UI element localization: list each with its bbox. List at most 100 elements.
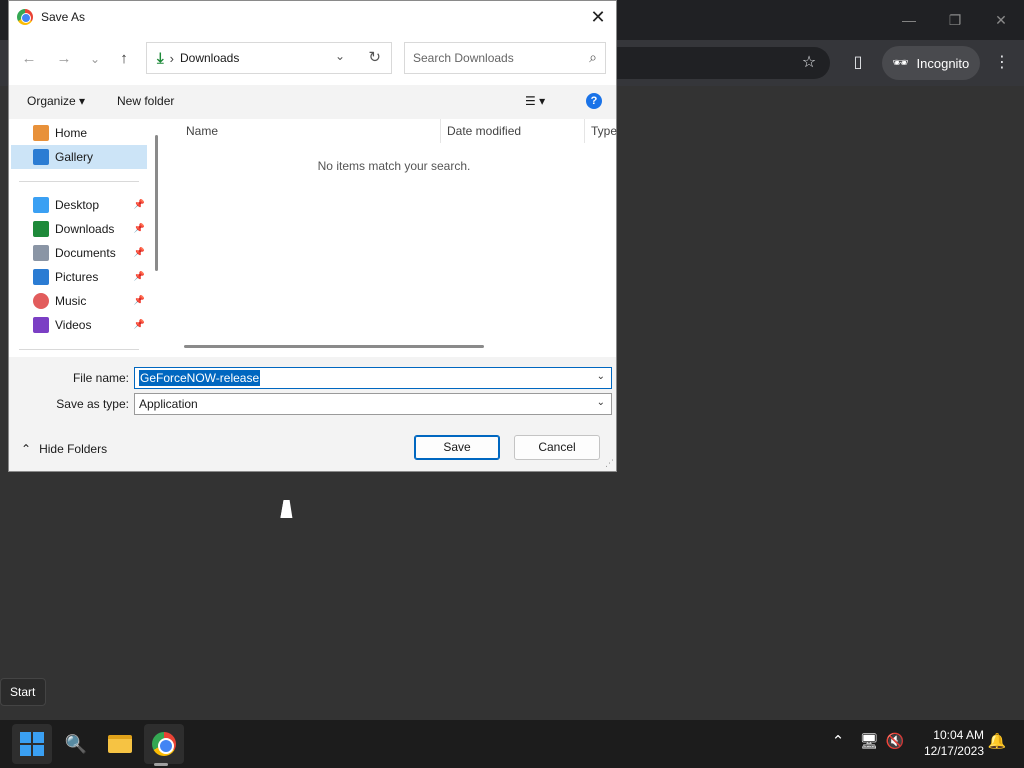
- horizontal-scrollbar[interactable]: [184, 345, 484, 348]
- sidebar-item-pictures[interactable]: Pictures 📌: [11, 265, 147, 289]
- save-as-dialog: Save As ✕ ← → ⌄ ↑ ⤓ › Downloads ⌄ ↻ Sear…: [8, 0, 617, 472]
- sidebar-item-videos[interactable]: Videos 📌: [11, 313, 147, 337]
- file-name-field[interactable]: GeForceNOW-release ⌄: [134, 367, 612, 389]
- pin-icon[interactable]: 📌: [134, 319, 145, 330]
- pin-icon[interactable]: 📌: [134, 223, 145, 234]
- new-folder-button[interactable]: New folder: [117, 94, 174, 108]
- search-input[interactable]: Search Downloads ⌕: [404, 42, 606, 74]
- column-header-name[interactable]: Name: [186, 124, 218, 138]
- volume-muted-icon[interactable]: 🔇: [884, 732, 906, 750]
- sidebar-item-label: Desktop: [55, 198, 100, 212]
- side-panel-icon[interactable]: ▯: [845, 50, 871, 76]
- chevron-up-icon: ⌃: [21, 442, 32, 456]
- notification-bell-icon[interactable]: 🔔: [986, 732, 1008, 750]
- network-icon[interactable]: 🖥: [858, 732, 880, 750]
- music-icon: [33, 293, 49, 309]
- sidebar-item-desktop[interactable]: Desktop 📌: [11, 193, 147, 217]
- active-indicator: [154, 763, 168, 766]
- search-placeholder: Search Downloads: [413, 51, 514, 65]
- forward-arrow-icon[interactable]: →: [52, 47, 76, 71]
- save-type-value: Application: [139, 397, 198, 411]
- sidebar-divider: [19, 181, 139, 182]
- incognito-button[interactable]: 🕶 Incognito: [882, 46, 980, 80]
- file-name-value: GeForceNOW-release: [139, 370, 261, 386]
- incognito-icon: 🕶: [892, 55, 909, 70]
- view-options-icon[interactable]: ☰ ▾: [525, 94, 545, 108]
- sidebar-item-home[interactable]: Home: [11, 121, 147, 145]
- start-button[interactable]: [12, 724, 52, 764]
- chevron-down-icon[interactable]: ⌄: [335, 49, 345, 63]
- folder-icon: [108, 735, 132, 753]
- chrome-taskbar-button[interactable]: [144, 724, 184, 764]
- gallery-icon: [33, 149, 49, 165]
- sidebar-item-label: Music: [55, 294, 87, 308]
- pin-icon[interactable]: 📌: [134, 295, 145, 306]
- browser-menu-icon[interactable]: ⋮: [989, 50, 1015, 76]
- sidebar-item-label: Videos: [55, 318, 92, 332]
- up-arrow-icon[interactable]: ↑: [112, 47, 136, 71]
- column-divider[interactable]: [440, 119, 441, 143]
- chevron-down-icon[interactable]: ⌄: [597, 371, 605, 382]
- chevron-up-icon[interactable]: ⌃: [827, 732, 849, 750]
- chevron-down-icon[interactable]: ⌄: [597, 397, 605, 408]
- pin-icon[interactable]: 📌: [134, 247, 145, 258]
- dialog-title: Save As: [41, 10, 86, 24]
- address-bar[interactable]: ⤓ › Downloads ⌄ ↻: [146, 42, 392, 74]
- start-tooltip: Start: [0, 678, 46, 706]
- search-icon: 🔍: [64, 733, 88, 754]
- minimize-icon[interactable]: —: [894, 8, 924, 32]
- save-button[interactable]: Save: [414, 435, 500, 460]
- cancel-button[interactable]: Cancel: [514, 435, 600, 460]
- hide-folders-label: Hide Folders: [39, 442, 108, 456]
- resize-grip-icon[interactable]: ⋰: [605, 458, 614, 469]
- downloads-icon: ⤓: [157, 49, 164, 67]
- mouse-cursor-icon: [280, 500, 296, 518]
- videos-icon: [33, 317, 49, 333]
- navigation-bar: ← → ⌄ ↑ ⤓ › Downloads ⌄ ↻ Search Downloa…: [9, 33, 616, 85]
- sidebar-item-downloads[interactable]: Downloads 📌: [11, 217, 147, 241]
- clock[interactable]: 10:04 AM 12/17/2023: [912, 727, 984, 759]
- column-divider[interactable]: [584, 119, 585, 143]
- bookmark-star-icon[interactable]: ☆: [796, 50, 822, 76]
- hide-folders-button[interactable]: ⌃ Hide Folders: [21, 442, 107, 456]
- column-header-type[interactable]: Type: [591, 124, 617, 138]
- recent-locations-icon[interactable]: ⌄: [83, 47, 107, 71]
- sidebar-item-label: Downloads: [55, 222, 115, 236]
- clock-time: 10:04 AM: [933, 728, 984, 742]
- navigation-pane: Home Gallery Desktop 📌 Downloads 📌 Docum…: [9, 119, 164, 357]
- sidebar-item-label: Pictures: [55, 270, 99, 284]
- save-type-select[interactable]: Application ⌄: [134, 393, 612, 415]
- chrome-icon: [17, 9, 33, 25]
- pin-icon[interactable]: 📌: [134, 199, 145, 210]
- window-close-icon[interactable]: ✕: [986, 8, 1016, 32]
- sidebar-divider: [19, 349, 139, 350]
- taskbar: 🔍 ⌃ 🖥 🔇 10:04 AM 12/17/2023 🔔: [0, 720, 1024, 768]
- help-icon[interactable]: ?: [586, 93, 602, 109]
- breadcrumb-separator[interactable]: ›: [170, 51, 174, 66]
- breadcrumb-downloads[interactable]: Downloads: [180, 51, 239, 65]
- sidebar-item-music[interactable]: Music 📌: [11, 289, 147, 313]
- back-arrow-icon[interactable]: ←: [17, 47, 41, 71]
- desktop-icon: [33, 197, 49, 213]
- home-icon: [33, 125, 49, 141]
- chrome-icon: [152, 732, 176, 756]
- file-explorer-button[interactable]: [100, 724, 140, 764]
- sidebar-scrollbar[interactable]: [155, 135, 158, 271]
- restore-icon[interactable]: ❐: [940, 8, 970, 32]
- sidebar-item-label: Home: [55, 126, 88, 140]
- column-header-date-modified[interactable]: Date modified: [447, 124, 521, 138]
- sidebar-item-gallery[interactable]: Gallery: [11, 145, 147, 169]
- close-icon[interactable]: ✕: [586, 5, 610, 29]
- empty-message: No items match your search.: [317, 159, 471, 173]
- search-button[interactable]: 🔍: [56, 724, 96, 764]
- command-bar: Organize ▾ New folder ☰ ▾ ?: [9, 85, 616, 119]
- pictures-icon: [33, 269, 49, 285]
- save-type-label: Save as type:: [56, 397, 129, 411]
- organize-button[interactable]: Organize ▾: [27, 94, 85, 108]
- incognito-label: Incognito: [916, 55, 970, 71]
- pin-icon[interactable]: 📌: [134, 271, 145, 282]
- file-name-label: File name:: [72, 371, 129, 385]
- refresh-icon[interactable]: ↻: [368, 48, 381, 66]
- file-list-pane: Name Date modified Type No items match y…: [164, 119, 617, 357]
- sidebar-item-documents[interactable]: Documents 📌: [11, 241, 147, 265]
